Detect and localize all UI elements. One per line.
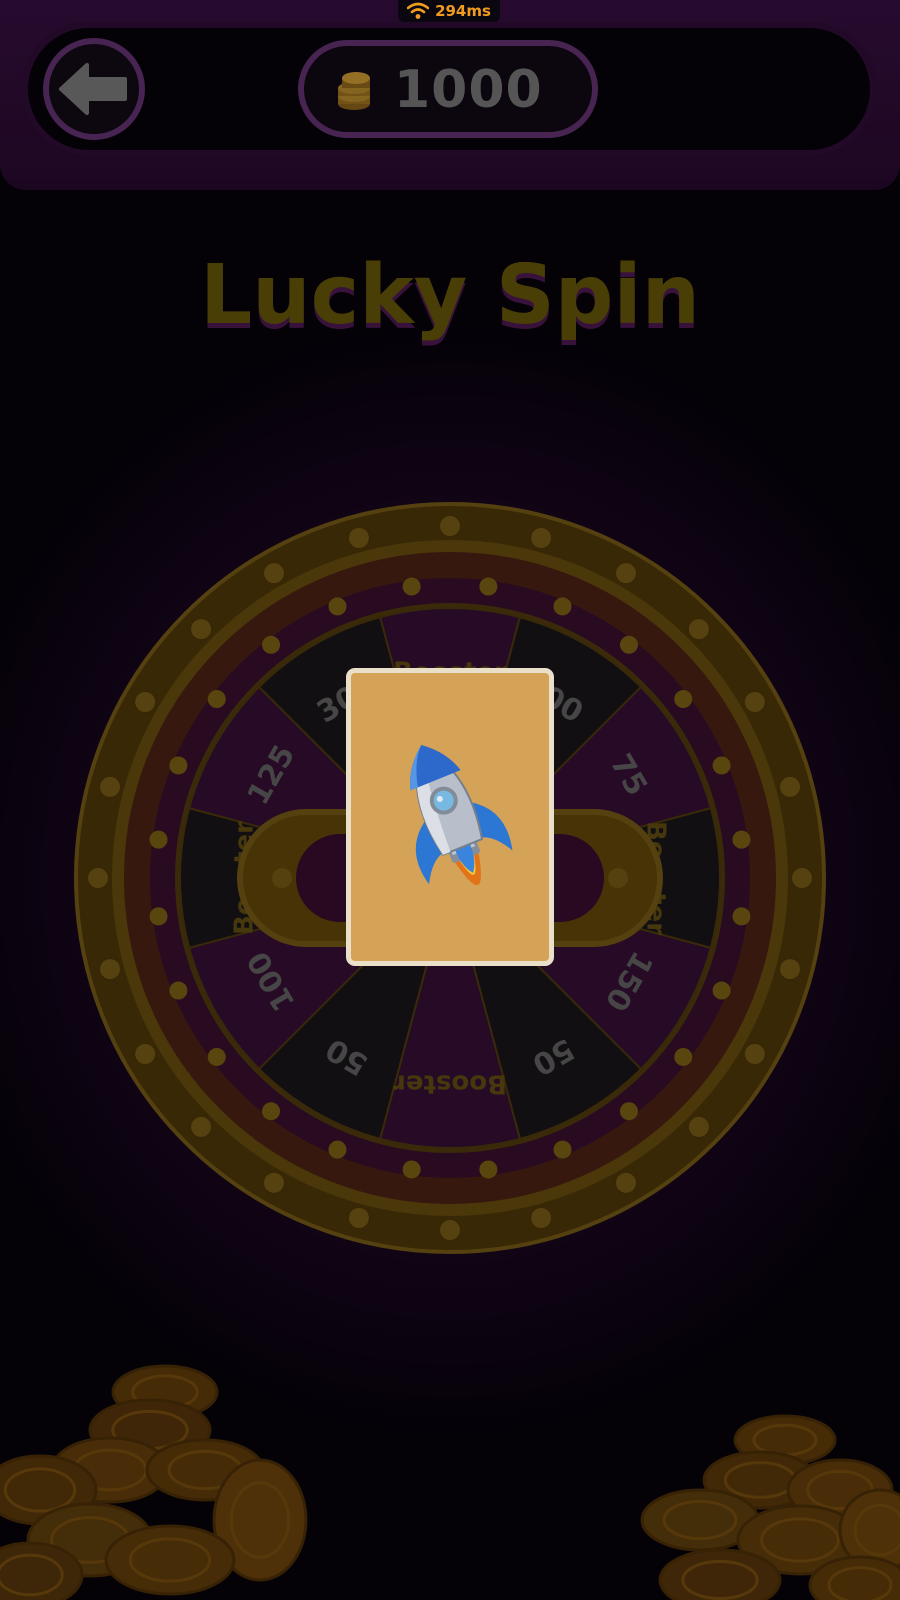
track-light (149, 907, 168, 926)
rim-bolt (346, 525, 371, 550)
track-light (479, 1160, 498, 1179)
track-light (553, 1140, 572, 1159)
coin (104, 1524, 236, 1596)
track-light (169, 981, 188, 1000)
rim-bolt (438, 1218, 462, 1242)
hub-bolt-right (608, 868, 628, 888)
track-light (712, 981, 731, 1000)
rim-bolt (133, 1042, 158, 1066)
rim-bolt (189, 1114, 214, 1139)
rim-bolt (742, 1042, 767, 1066)
track-light (732, 907, 751, 926)
rim-bolt (742, 690, 767, 714)
rim-bolt (262, 561, 286, 586)
rim-bolt (686, 1114, 711, 1139)
track-light (674, 1047, 693, 1066)
rim-bolt (97, 957, 122, 982)
rim-bolt (86, 866, 110, 890)
ping-indicator: 294ms (398, 0, 500, 22)
rim-bolt (189, 617, 214, 642)
rim-bolt (614, 1170, 638, 1195)
rim-bolt (133, 690, 158, 714)
rim-bolt (686, 617, 711, 642)
coin-pile-left (0, 1364, 308, 1600)
track-light (328, 1140, 347, 1159)
coin-pile-right (640, 1414, 900, 1600)
track-light (328, 597, 347, 616)
coin-piles (0, 1364, 900, 1600)
track-light (207, 690, 226, 709)
rim-bolt (529, 525, 554, 550)
track-light (674, 690, 693, 709)
rim-bolt (346, 1206, 371, 1231)
track-light (207, 1047, 226, 1066)
ping-text: 294ms (435, 2, 491, 20)
rim-bolt (778, 957, 803, 982)
track-light (479, 577, 498, 596)
coin (658, 1548, 782, 1600)
rim-bolt (529, 1206, 554, 1231)
track-light (712, 756, 731, 775)
rim-bolt (778, 774, 803, 799)
track-light (619, 1102, 638, 1121)
track-light (402, 577, 421, 596)
track-light (402, 1160, 421, 1179)
track-light (553, 597, 572, 616)
track-light (732, 830, 751, 849)
rim-bolt (790, 866, 814, 890)
rim-bolt (438, 514, 462, 538)
wheel-segment-label: Booster (393, 1069, 507, 1099)
rim-bolt (262, 1170, 286, 1195)
rim-bolt (614, 561, 638, 586)
track-light (262, 635, 281, 654)
hub-bolt-left (272, 868, 292, 888)
rocket-icon (410, 744, 513, 885)
wifi-icon (407, 2, 430, 19)
reward-card[interactable] (346, 668, 554, 966)
track-light (169, 756, 188, 775)
rim-bolt (97, 774, 122, 799)
track-light (149, 830, 168, 849)
track-light (262, 1102, 281, 1121)
track-light (619, 635, 638, 654)
